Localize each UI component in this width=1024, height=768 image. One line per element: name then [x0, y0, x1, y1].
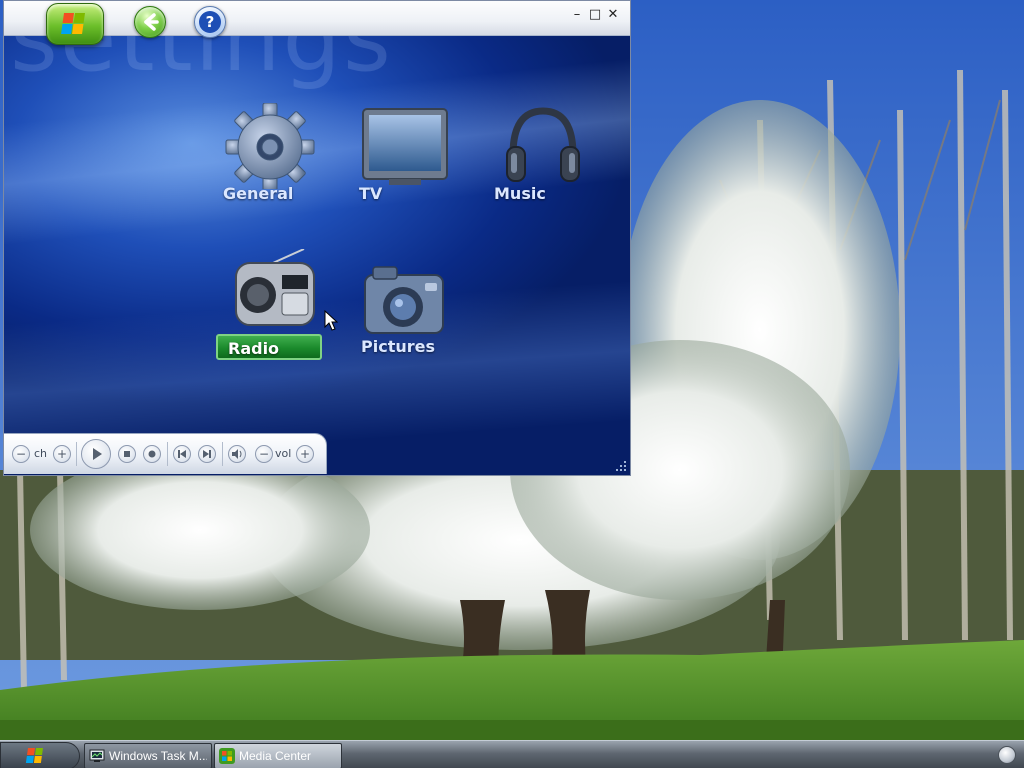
taskbar-button-task-manager[interactable]: Windows Task M... — [84, 743, 212, 768]
menu-tile-pictures[interactable]: Pictures — [357, 263, 477, 373]
media-center-start-button[interactable] — [46, 3, 104, 45]
channel-down-button[interactable]: − — [12, 445, 30, 463]
menu-tile-label: Music — [494, 184, 546, 203]
play-icon — [93, 448, 102, 460]
stop-button[interactable] — [118, 445, 136, 463]
close-button[interactable]: ✕ — [605, 7, 621, 23]
radio-icon — [235, 249, 315, 326]
minimize-button[interactable]: – — [569, 7, 585, 23]
mouse-cursor-icon — [324, 310, 338, 331]
help-icon: ? — [199, 11, 221, 33]
windows-logo-icon — [61, 13, 85, 34]
maximize-button[interactable]: □ — [587, 7, 603, 23]
separator — [167, 442, 168, 466]
skip-back-button[interactable] — [173, 445, 191, 463]
tv-icon — [362, 108, 448, 185]
speaker-icon — [232, 449, 242, 459]
volume-up-button[interactable]: + — [296, 445, 314, 463]
windows-logo-icon — [25, 748, 43, 763]
menu-tile-label: Pictures — [361, 337, 435, 356]
back-arrow-icon — [144, 13, 159, 31]
mute-button[interactable] — [228, 445, 246, 463]
transport-controls-bar: − ch + − vol + — [4, 433, 327, 474]
skip-back-icon — [178, 450, 186, 458]
headphones-icon — [506, 107, 580, 182]
channel-label: ch — [34, 447, 48, 460]
stop-icon — [124, 451, 130, 457]
gear-icon — [225, 103, 315, 189]
taskbar-button-label: Media Center — [239, 749, 312, 763]
menu-tile-radio[interactable]: Radio — [216, 249, 336, 360]
menu-tile-label: General — [223, 184, 294, 203]
start-button[interactable] — [0, 742, 80, 768]
menu-tile-label: Radio — [216, 334, 322, 360]
task-manager-icon — [89, 749, 105, 762]
volume-label: vol — [275, 447, 292, 460]
taskbar: Windows Task M... Media Center — [0, 740, 1024, 768]
menu-tile-tv[interactable]: TV — [357, 105, 477, 215]
separator — [76, 442, 77, 466]
skip-forward-icon — [203, 450, 211, 458]
separator — [222, 442, 223, 466]
taskbar-button-label: Windows Task M... — [109, 749, 207, 763]
record-button[interactable] — [143, 445, 161, 463]
camera-icon — [364, 266, 444, 334]
menu-tile-label: TV — [359, 184, 383, 203]
taskbar-button-media-center[interactable]: Media Center — [214, 743, 342, 768]
media-center-icon — [219, 748, 235, 764]
volume-down-button[interactable]: − — [255, 445, 273, 463]
media-center-window: settings – □ ✕ ? General TV Music Radio … — [3, 0, 631, 476]
skip-forward-button[interactable] — [198, 445, 216, 463]
help-button[interactable]: ? — [194, 6, 226, 38]
menu-tile-general[interactable]: General — [222, 101, 342, 211]
record-icon — [148, 450, 156, 458]
back-button[interactable] — [134, 6, 166, 38]
channel-up-button[interactable]: + — [53, 445, 71, 463]
play-button[interactable] — [81, 439, 111, 469]
resize-grip-icon[interactable] — [615, 460, 627, 472]
system-tray-icon[interactable] — [998, 746, 1016, 764]
menu-tile-music[interactable]: Music — [491, 105, 611, 215]
